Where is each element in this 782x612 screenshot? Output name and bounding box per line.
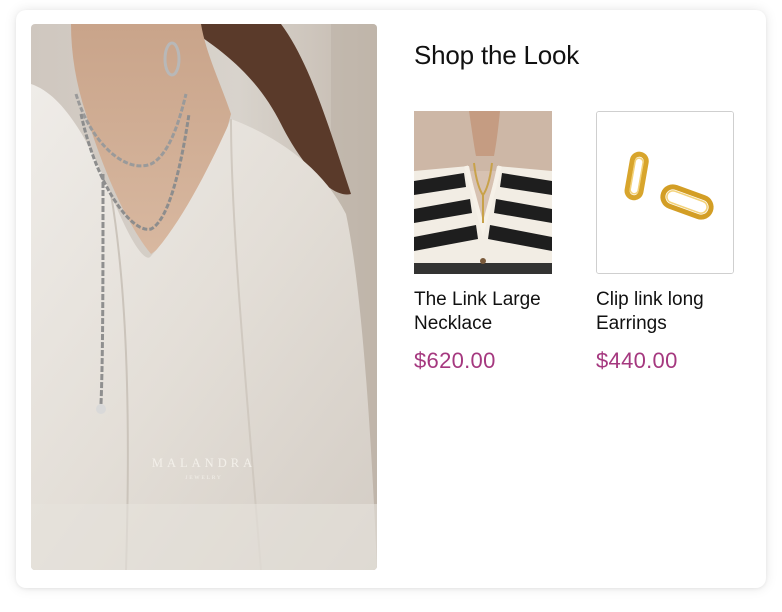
product-card-earrings[interactable]: Clip link long Earrings $440.00 xyxy=(596,111,756,374)
hero-image[interactable]: MALANDRA JEWELRY xyxy=(31,24,377,570)
product-price-earrings: $440.00 xyxy=(596,348,678,373)
product-name-earrings[interactable]: Clip link long Earrings xyxy=(596,288,756,336)
brand-watermark: MALANDRA JEWELRY xyxy=(31,456,377,481)
hero-photo xyxy=(31,24,377,570)
brand-name: MALANDRA xyxy=(151,456,257,470)
earrings-photo xyxy=(597,112,733,273)
product-image-earrings[interactable] xyxy=(596,111,734,274)
product-price-necklace: $620.00 xyxy=(414,348,496,373)
necklace-photo xyxy=(414,111,552,274)
section-title: Shop the Look xyxy=(414,40,580,70)
brand-subtitle: JEWELRY xyxy=(185,475,223,481)
product-card-necklace[interactable]: The Link Large Necklace $620.00 xyxy=(414,111,574,374)
product-image-necklace[interactable] xyxy=(414,111,552,274)
product-name-necklace[interactable]: The Link Large Necklace xyxy=(414,288,574,336)
